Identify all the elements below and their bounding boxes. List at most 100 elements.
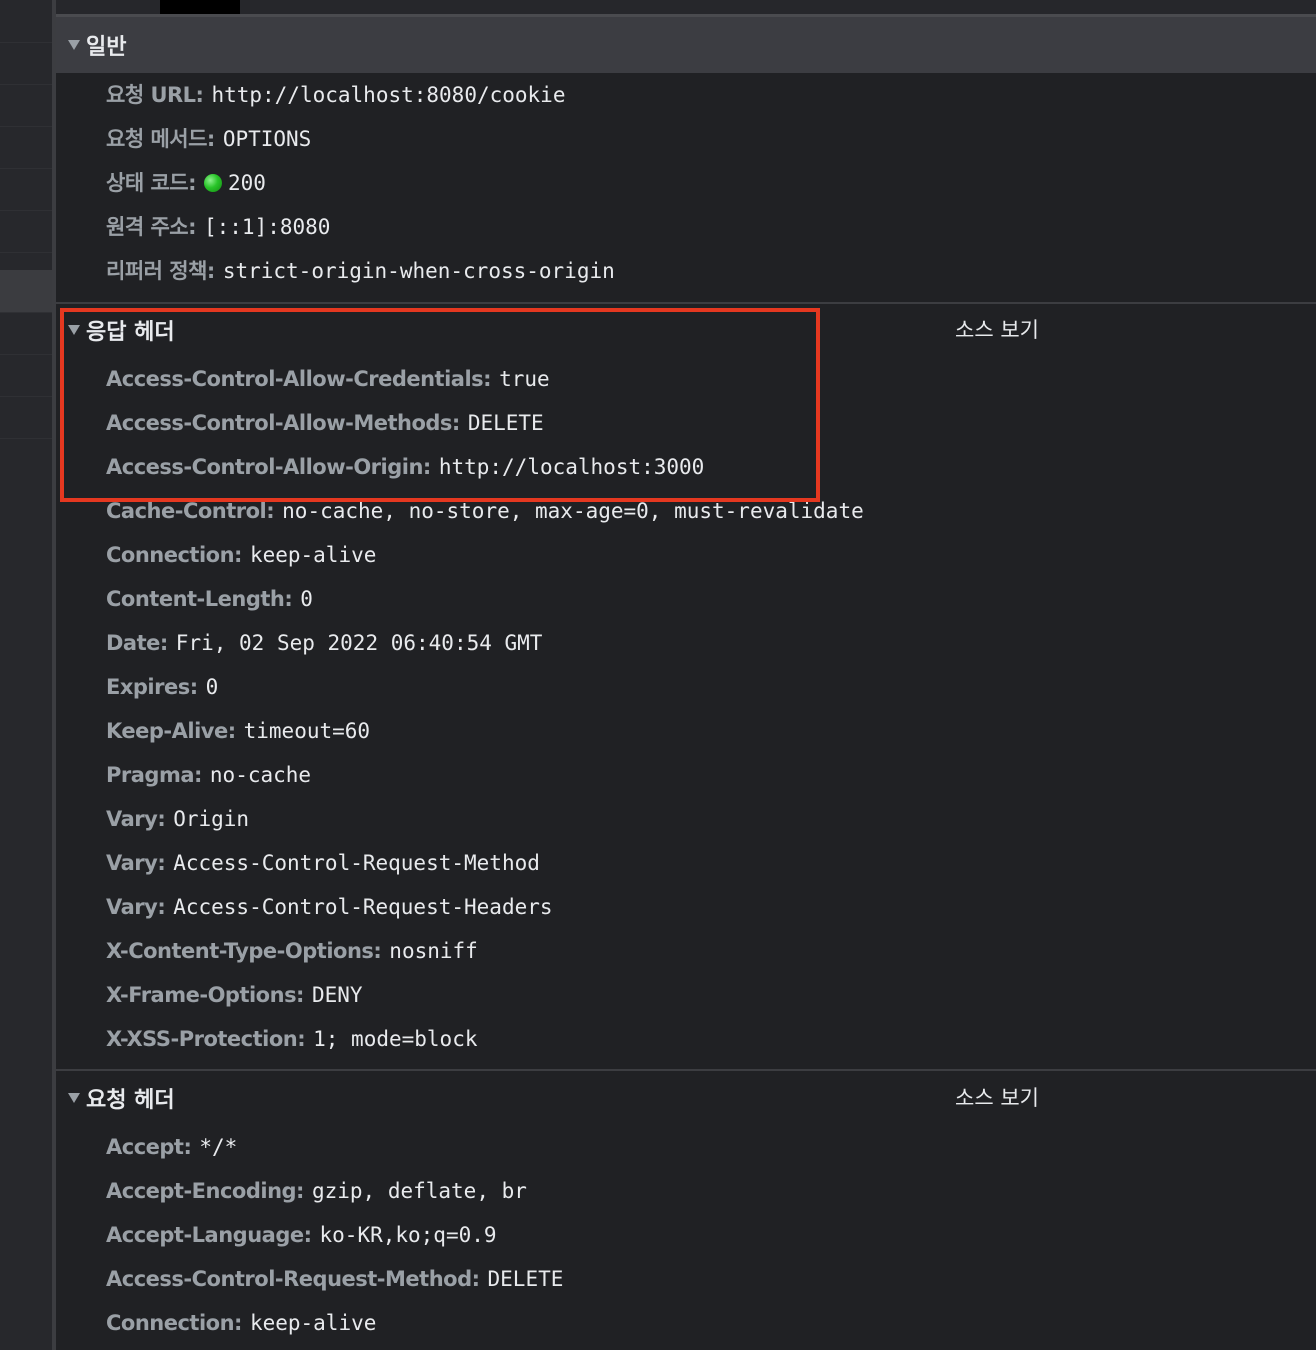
- header-row[interactable]: Vary: Origin: [106, 797, 249, 841]
- header-row[interactable]: 요청 URL: http://localhost:8080/cookie: [106, 73, 565, 117]
- general-section-header[interactable]: 일반: [56, 16, 1316, 73]
- header-row[interactable]: Connection: keep-alive: [106, 1301, 376, 1345]
- header-row[interactable]: X-Content-Type-Options: nosniff: [106, 929, 478, 973]
- request-list-row[interactable]: [0, 210, 52, 253]
- devtools-network-headers-pane: 일반 요청 URL: http://localhost:8080/cookie 요청…: [0, 0, 1316, 1350]
- header-value[interactable]: http://localhost:8080/cookie: [211, 83, 565, 107]
- header-row[interactable]: Vary: Access-Control-Request-Method: [106, 841, 540, 885]
- header-value[interactable]: Access-Control-Request-Headers: [173, 895, 552, 919]
- expand-caret-icon[interactable]: [68, 40, 80, 50]
- request-list-row[interactable]: [0, 354, 52, 397]
- header-row[interactable]: 요청 메서드: OPTIONS: [106, 117, 311, 161]
- header-value[interactable]: timeout=60: [244, 719, 370, 743]
- request-list-row-selected[interactable]: [0, 270, 52, 313]
- header-value[interactable]: 0: [206, 675, 219, 699]
- header-row[interactable]: Access-Control-Request-Method: DELETE: [106, 1257, 563, 1301]
- header-value[interactable]: OPTIONS: [223, 127, 312, 151]
- expand-caret-icon[interactable]: [68, 1093, 80, 1103]
- detail-tab-bar: [56, 0, 1316, 16]
- header-value[interactable]: Access-Control-Request-Method: [173, 851, 540, 875]
- header-row[interactable]: Vary: Access-Control-Request-Headers: [106, 885, 553, 929]
- header-row[interactable]: Date: Fri, 02 Sep 2022 06:40:54 GMT: [106, 621, 542, 665]
- request-headers-section-header[interactable]: 요청 헤더 소스 보기: [56, 1070, 1316, 1126]
- header-name: Cache-Control:: [106, 499, 275, 523]
- header-name: Expires:: [106, 675, 198, 699]
- request-list-row[interactable]: [0, 42, 52, 85]
- header-row[interactable]: Access-Control-Allow-Credentials: true: [106, 357, 550, 401]
- header-name: X-Content-Type-Options:: [106, 939, 382, 963]
- header-row[interactable]: Access-Control-Allow-Origin: http://local…: [106, 445, 704, 489]
- header-row[interactable]: 리퍼러 정책: strict-origin-when-cross-origin: [106, 249, 615, 293]
- header-name: 요청 URL:: [106, 83, 204, 107]
- header-name: Content-Length:: [106, 587, 293, 611]
- header-value[interactable]: DELETE: [468, 411, 544, 435]
- header-value[interactable]: no-cache, no-store, max-age=0, must-reva…: [282, 499, 864, 523]
- header-row[interactable]: 원격 주소: [::1]:8080: [106, 205, 330, 249]
- header-value[interactable]: gzip, deflate, br: [312, 1179, 527, 1203]
- header-row[interactable]: Connection: keep-alive: [106, 533, 376, 577]
- tab-headers[interactable]: [160, 0, 240, 14]
- header-value[interactable]: strict-origin-when-cross-origin: [223, 259, 615, 283]
- header-value[interactable]: Origin: [173, 807, 249, 831]
- request-list-row[interactable]: [0, 168, 52, 211]
- header-name: Vary:: [106, 895, 166, 919]
- header-row[interactable]: Content-Length: 0: [106, 577, 313, 621]
- header-name: 상태 코드:: [106, 171, 197, 195]
- header-name: X-XSS-Protection:: [106, 1027, 306, 1051]
- response-headers-section-header[interactable]: 응답 헤더 소스 보기: [56, 302, 1316, 358]
- header-name: Keep-Alive:: [106, 719, 236, 743]
- header-row[interactable]: Accept-Language: ko-KR,ko;q=0.9: [106, 1213, 497, 1257]
- header-value[interactable]: ko-KR,ko;q=0.9: [320, 1223, 497, 1247]
- header-row[interactable]: Cache-Control: no-cache, no-store, max-ag…: [106, 489, 864, 533]
- header-value[interactable]: true: [499, 367, 550, 391]
- header-value[interactable]: nosniff: [389, 939, 478, 963]
- header-value[interactable]: DENY: [312, 983, 363, 1007]
- section-title: 응답 헤더: [86, 320, 175, 345]
- header-value[interactable]: DELETE: [488, 1267, 564, 1291]
- request-list-row[interactable]: [0, 84, 52, 127]
- header-name: 리퍼러 정책:: [106, 259, 215, 283]
- request-list-row[interactable]: [0, 312, 52, 355]
- header-value[interactable]: http://localhost:3000: [439, 455, 705, 479]
- header-name: Vary:: [106, 807, 166, 831]
- header-value[interactable]: [::1]:8080: [204, 215, 330, 239]
- view-source-link[interactable]: 소스 보기: [955, 302, 1039, 358]
- header-name: Connection:: [106, 543, 242, 567]
- status-ok-icon: [204, 174, 222, 192]
- header-name: Accept-Language:: [106, 1223, 312, 1247]
- headers-panel: 일반 요청 URL: http://localhost:8080/cookie 요청…: [56, 16, 1316, 1350]
- header-name: Pragma:: [106, 763, 202, 787]
- header-value[interactable]: 0: [300, 587, 313, 611]
- header-name: Vary:: [106, 851, 166, 875]
- header-row[interactable]: Expires: 0: [106, 665, 218, 709]
- header-row[interactable]: X-XSS-Protection: 1; mode=block: [106, 1017, 478, 1061]
- header-value[interactable]: keep-alive: [250, 1311, 376, 1335]
- section-title: 요청 헤더: [86, 1088, 175, 1113]
- header-name: Accept-Encoding:: [106, 1179, 304, 1203]
- header-value[interactable]: 1; mode=block: [313, 1027, 477, 1051]
- header-row[interactable]: Accept-Encoding: gzip, deflate, br: [106, 1169, 527, 1213]
- request-list-row[interactable]: [0, 396, 52, 439]
- request-list-row[interactable]: [0, 126, 52, 169]
- request-list-row[interactable]: [0, 0, 52, 43]
- header-row[interactable]: Pragma: no-cache: [106, 753, 311, 797]
- header-value[interactable]: */*: [199, 1135, 237, 1159]
- header-value[interactable]: 200: [228, 171, 266, 195]
- header-name: 요청 메서드:: [106, 127, 215, 151]
- header-name: Connection:: [106, 1311, 242, 1335]
- expand-caret-icon[interactable]: [68, 325, 80, 335]
- header-row[interactable]: X-Frame-Options: DENY: [106, 973, 363, 1017]
- header-value[interactable]: no-cache: [210, 763, 311, 787]
- header-name: Access-Control-Allow-Credentials:: [106, 367, 492, 391]
- header-name: Access-Control-Request-Method:: [106, 1267, 480, 1291]
- header-row[interactable]: 상태 코드: 200: [106, 161, 266, 205]
- header-value[interactable]: Fri, 02 Sep 2022 06:40:54 GMT: [176, 631, 543, 655]
- header-row[interactable]: Access-Control-Allow-Methods: DELETE: [106, 401, 544, 445]
- header-name: Access-Control-Allow-Methods:: [106, 411, 460, 435]
- view-source-link[interactable]: 소스 보기: [955, 1070, 1039, 1126]
- header-name: X-Frame-Options:: [106, 983, 304, 1007]
- header-row[interactable]: Keep-Alive: timeout=60: [106, 709, 370, 753]
- header-row[interactable]: Accept: */*: [106, 1125, 237, 1169]
- header-value[interactable]: keep-alive: [250, 543, 376, 567]
- header-name: Date:: [106, 631, 168, 655]
